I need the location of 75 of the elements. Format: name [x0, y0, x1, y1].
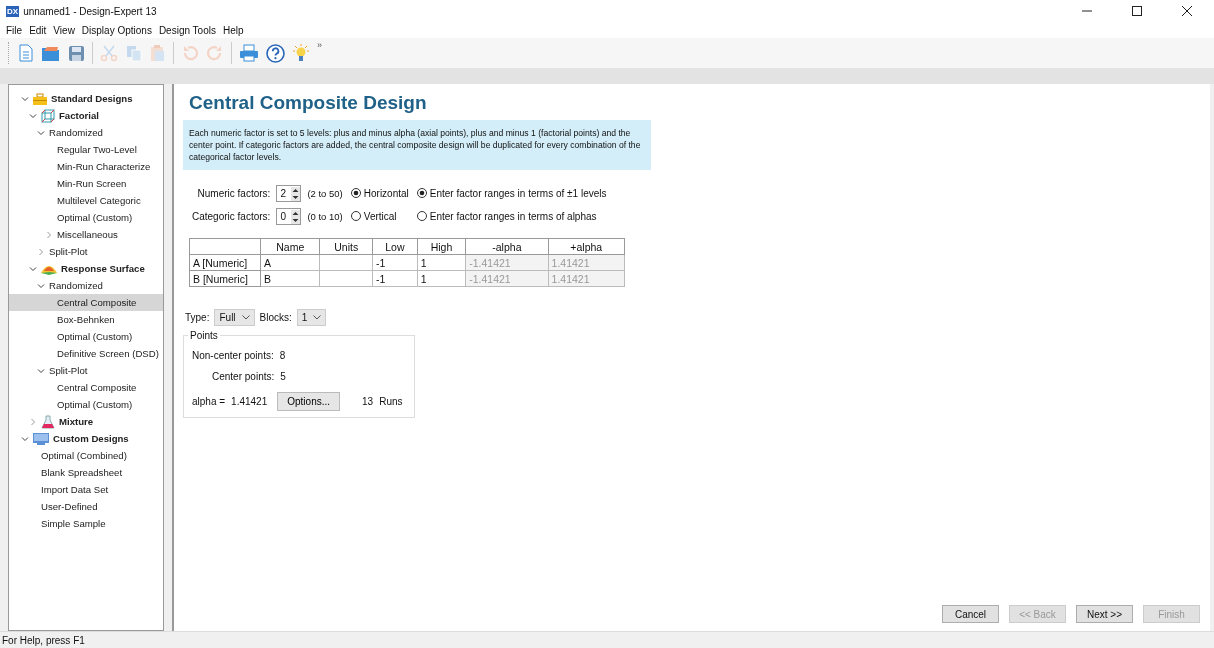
table-cell[interactable]: B	[260, 270, 320, 287]
overflow-chevron[interactable]: »	[317, 40, 322, 50]
tree-item[interactable]: Custom Designs	[53, 433, 129, 444]
radio-label[interactable]: Horizontal	[363, 187, 409, 199]
spin-field[interactable]: 2	[276, 185, 302, 202]
table-cell[interactable]: A	[260, 254, 320, 271]
type-label: Type:	[185, 312, 210, 323]
tree-item[interactable]: Response Surface	[61, 263, 145, 274]
tree-item[interactable]: Optimal (Custom)	[57, 399, 133, 410]
tree-item[interactable]: Min-Run Characterize	[57, 161, 151, 172]
range-hint: (0 to 10)	[307, 211, 343, 222]
menu-item[interactable]: Edit	[29, 24, 47, 36]
table-cell[interactable]: -1	[372, 270, 418, 287]
tree-item[interactable]: Randomized	[49, 280, 103, 291]
tree-item[interactable]: Split-Plot	[49, 246, 88, 257]
tree-item[interactable]: Optimal (Custom)	[57, 331, 133, 342]
status-text: For Help, press F1	[2, 634, 85, 646]
tree-item[interactable]: Simple Sample	[41, 518, 106, 529]
radio-label[interactable]: Enter factor ranges in terms of alphas	[429, 210, 597, 222]
points-value: 8	[279, 350, 286, 361]
tree-item[interactable]: Blank Spreadsheet	[41, 467, 123, 478]
column-header: -alpha	[465, 238, 549, 255]
menu-item[interactable]: File	[6, 24, 23, 36]
column-header: Low	[372, 238, 418, 255]
spin-field[interactable]: 0	[276, 208, 302, 225]
column-header: Name	[260, 238, 320, 255]
points-value: 5	[280, 371, 286, 382]
range-hint: (2 to 50)	[307, 188, 343, 199]
tree-item[interactable]: Mixture	[59, 416, 94, 427]
column-header: High	[417, 238, 466, 255]
tree-item[interactable]: Standard Designs	[51, 93, 133, 104]
tree-item[interactable]: Optimal (Custom)	[57, 212, 133, 223]
tree-item[interactable]: User-Defined	[41, 501, 98, 512]
tree-item[interactable]: Factorial	[59, 110, 99, 121]
menu-item[interactable]: View	[53, 24, 75, 36]
tree-item[interactable]: Definitive Screen (DSD)	[57, 348, 159, 359]
wizard-button[interactable]: Next >>	[1076, 605, 1133, 623]
alpha-value: 1.41421	[231, 396, 268, 407]
menu-item[interactable]: Design Tools	[158, 24, 216, 36]
factor-label: Categoric factors:	[192, 211, 271, 222]
tree-item[interactable]: Multilevel Categoric	[57, 195, 141, 206]
table-cell[interactable]: 1	[417, 270, 466, 287]
tree-item[interactable]: Randomized	[49, 127, 103, 138]
points-label: Center points:	[212, 371, 275, 382]
table-cell[interactable]: 1	[417, 254, 466, 271]
blocks-dropdown[interactable]: 1	[296, 309, 327, 326]
page-title: Central Composite Design	[189, 92, 428, 114]
runs-label: Runs	[379, 396, 403, 407]
tree-item[interactable]: Import Data Set	[41, 484, 109, 495]
tree-item[interactable]: Regular Two-Level	[57, 144, 137, 155]
runs-count: 13	[362, 396, 374, 407]
points-label: Non-center points:	[192, 350, 274, 361]
column-header: +alpha	[548, 238, 625, 255]
tree-item[interactable]: Miscellaneous	[57, 229, 118, 240]
radio-label[interactable]: Enter factor ranges in terms of ±1 levels	[429, 187, 607, 199]
options-button[interactable]: Options...	[277, 392, 341, 411]
table-cell[interactable]: -1	[372, 254, 418, 271]
app-logo: DX	[6, 5, 20, 17]
factor-label: Numeric factors:	[197, 188, 271, 199]
tree-item[interactable]: Split-Plot	[49, 365, 88, 376]
group-title: Points	[188, 330, 220, 341]
tree-item[interactable]: Central Composite	[57, 382, 137, 393]
tree-item[interactable]: Optimal (Combined)	[41, 450, 127, 461]
menu-item[interactable]: Help	[222, 24, 244, 36]
menu-item[interactable]: Display Options	[81, 24, 152, 36]
column-header: Units	[320, 238, 373, 255]
tree-item[interactable]: Min-Run Screen	[57, 178, 127, 189]
type-dropdown[interactable]: Full	[214, 309, 255, 326]
window-title: unnamed1 - Design-Expert 13	[23, 5, 157, 17]
wizard-button[interactable]: Cancel	[942, 605, 999, 623]
info-box: Each numeric factor is set to 5 levels: plus and minus alpha (axial points), plus and minus 1 (factorial points) and the center point. If categoric factors are added, the central composite design will be duplicated for every combination of the categorical factor levels.	[183, 120, 651, 170]
radio-label[interactable]: Vertical	[363, 210, 397, 222]
tree-item[interactable]: Box-Behnken	[57, 314, 115, 325]
blocks-label: Blocks:	[259, 312, 292, 323]
alpha-label: alpha =	[192, 396, 226, 407]
